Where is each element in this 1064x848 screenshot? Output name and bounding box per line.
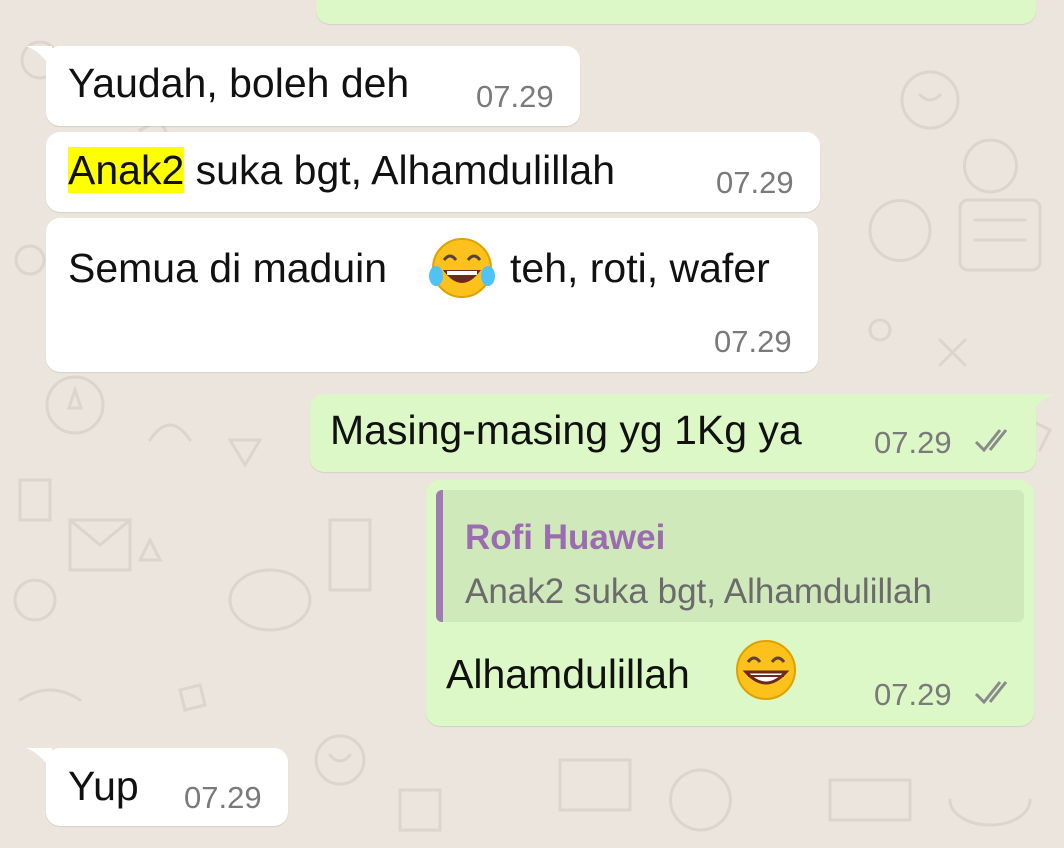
message-time: 07.29	[716, 165, 794, 200]
message-bubble-incoming[interactable]: Semua di maduin teh, roti, wafer 07.29	[46, 218, 818, 372]
message-text: Yaudah, boleh deh	[68, 60, 410, 106]
face-with-tears-of-joy-icon	[429, 238, 495, 298]
message-text: Alhamdulillah	[446, 651, 690, 697]
grinning-face-icon	[736, 640, 796, 700]
message-text-after: teh, roti, wafer	[510, 245, 770, 291]
message-bubble-incoming[interactable]: Yaudah, boleh deh 07.29	[46, 46, 580, 126]
message-bubble-incoming[interactable]: Yup 07.29	[46, 748, 288, 826]
message-bubble-outgoing-reply[interactable]: Rofi Huawei Anak2 suka bgt, Alhamdulilla…	[426, 480, 1034, 726]
outgoing-bubble-tail	[1028, 394, 1054, 418]
message-time: 07.29	[874, 425, 952, 460]
message-time: 07.29	[874, 677, 952, 712]
partial-outgoing-message[interactable]	[316, 0, 1036, 24]
message-bubble-incoming[interactable]: Anak2 suka bgt, Alhamdulillah 07.29	[46, 132, 820, 212]
message-text: Masing-masing yg 1Kg ya	[330, 407, 802, 453]
message-text: Yup	[68, 763, 139, 809]
message-time: 07.29	[476, 79, 554, 114]
read-ticks-icon	[974, 681, 1008, 705]
message-bubble-outgoing[interactable]: Masing-masing yg 1Kg ya 07.29	[310, 394, 1036, 472]
message-time: 07.29	[714, 324, 792, 359]
read-ticks-icon	[974, 429, 1008, 453]
quoted-author: Rofi Huawei	[465, 518, 666, 557]
message-text-before: Semua di maduin	[68, 245, 388, 291]
quoted-message[interactable]: Rofi Huawei Anak2 suka bgt, Alhamdulilla…	[436, 490, 1024, 622]
message-text: Anak2 suka bgt, Alhamdulillah	[68, 147, 616, 193]
search-highlight: Anak2	[68, 147, 185, 193]
quoted-text: Anak2 suka bgt, Alhamdulillah	[465, 572, 932, 611]
message-time: 07.29	[184, 780, 262, 815]
